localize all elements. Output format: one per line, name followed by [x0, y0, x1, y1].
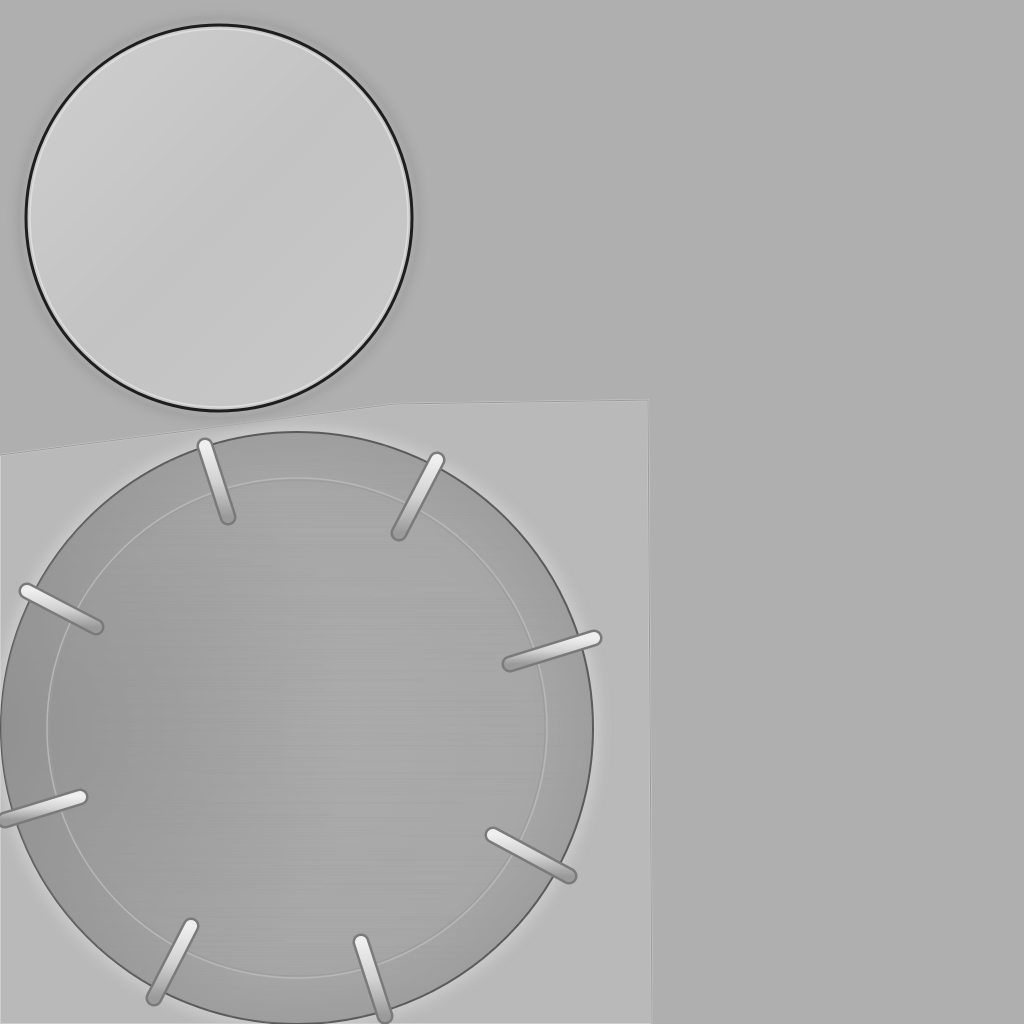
texture-map-canvas — [0, 0, 1024, 1024]
bottom-disc-shadow — [1, 432, 593, 1024]
top-disc — [24, 23, 414, 413]
texture-map — [0, 0, 1024, 1024]
